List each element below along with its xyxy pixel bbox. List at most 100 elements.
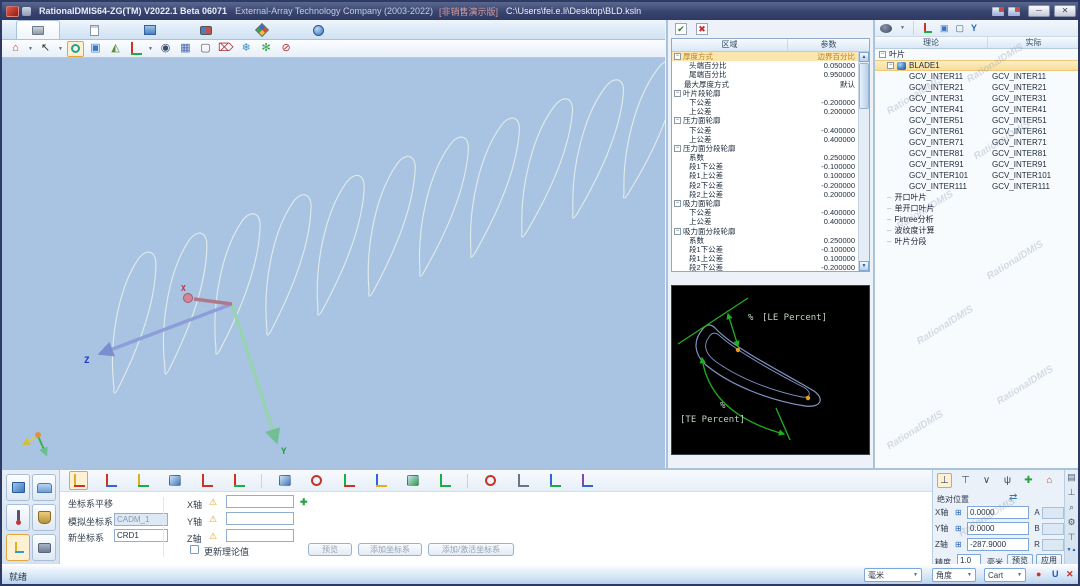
tree-filter-icon[interactable]: Y [971, 24, 977, 33]
collapse-icon[interactable]: − [674, 200, 681, 207]
probe-mode-icon[interactable]: ⊥ [937, 473, 952, 488]
tree-section-row[interactable]: GCV_INTER101GCV_INTER101 [875, 170, 1079, 181]
step-grid-icon[interactable]: ⊞ [955, 524, 967, 533]
machine-home-icon[interactable]: ⌂ [1042, 473, 1057, 488]
eye-button[interactable]: ◉ [157, 41, 174, 57]
dock-probe-box-button[interactable] [6, 474, 30, 501]
scroll-up-button[interactable]: ▲ [859, 52, 869, 62]
tree-section-row[interactable]: GCV_INTER21GCV_INTER21 [875, 82, 1079, 93]
param-row[interactable]: 下公差-0.400000 [672, 208, 858, 217]
column-actual[interactable]: 实际 [988, 37, 1079, 48]
csys-iterative-icon[interactable] [229, 471, 248, 490]
add-activate-csys-button[interactable]: 添加/激活坐标系 [428, 543, 514, 556]
csys-part-align-icon[interactable] [403, 471, 422, 490]
dock-fixture-button[interactable] [32, 474, 56, 501]
close-button[interactable]: ✕ [1054, 5, 1076, 17]
param-row[interactable]: 上公差0.400000 [672, 217, 858, 226]
view-refresh-button[interactable] [67, 41, 84, 57]
view-options-icon[interactable] [880, 24, 892, 33]
tree-item-row[interactable]: –Firtree分析 [875, 214, 1079, 225]
probe-angle-icon[interactable]: ∨ [979, 473, 994, 488]
dock-tools-button[interactable] [32, 534, 56, 561]
home-dropdown-icon[interactable]: ▼ [27, 46, 34, 52]
update-theory-checkbox[interactable] [190, 545, 199, 554]
param-row[interactable]: 最大厚度方式默认 [672, 80, 858, 89]
param-row[interactable]: 尾端百分比0.950000 [672, 70, 858, 79]
csys-display-button[interactable] [127, 41, 144, 57]
csys-321-icon[interactable] [133, 471, 152, 490]
dock-probe-button[interactable] [6, 504, 30, 531]
param-row[interactable]: 下公差-0.400000 [672, 126, 858, 135]
param-row[interactable]: 段1上公差0.100000 [672, 171, 858, 180]
param-scrollbar[interactable]: ▲ ▼ [858, 52, 869, 271]
x-plus-icon[interactable]: ✚ [300, 498, 308, 507]
param-row[interactable]: 段2下公差-0.200000 [672, 263, 858, 272]
view-prism-button[interactable]: ◭ [107, 41, 124, 57]
probe-t-icon[interactable]: ⊤ [958, 473, 973, 488]
tree-window-icon[interactable]: ▣ [940, 24, 949, 33]
z-offset-input[interactable] [226, 529, 294, 542]
csys-recall-icon[interactable] [481, 471, 500, 490]
viewport-3d[interactable]: X Z Y [2, 58, 665, 468]
dock-part-button[interactable] [32, 504, 56, 531]
csys-misc-cs-icon[interactable] [577, 471, 596, 490]
tree-section-row[interactable]: GCV_INTER91GCV_INTER91 [875, 159, 1079, 170]
notebook-icon[interactable]: ▤ [1067, 473, 1076, 482]
select-cursor-button[interactable]: ↖ [37, 41, 54, 57]
rotary-R-input[interactable] [1042, 539, 1064, 551]
tab-analysis[interactable] [240, 20, 284, 39]
param-row[interactable]: −压力面轮廓 [672, 116, 858, 125]
column-parameter[interactable]: 参数 [788, 39, 869, 51]
param-row[interactable]: 段1上公差0.100000 [672, 254, 858, 263]
rotary-B-input[interactable] [1042, 523, 1064, 535]
tree-root-row[interactable]: −叶片 [875, 49, 1079, 60]
param-row[interactable]: 头端百分比0.050000 [672, 61, 858, 70]
angle-dropdown[interactable]: 角度▼ [932, 568, 976, 582]
strip-scroll-icons[interactable]: ▼▲ [1067, 548, 1077, 553]
tree-item-row[interactable]: –叶片分段 [875, 236, 1079, 247]
param-row[interactable]: 段1下公差-0.100000 [672, 245, 858, 254]
view-options-dropdown-icon[interactable]: ▼ [899, 25, 906, 31]
param-row[interactable]: 下公差-0.200000 [672, 98, 858, 107]
csys-translate-icon[interactable] [69, 471, 88, 490]
param-row[interactable]: 系数0.250000 [672, 153, 858, 162]
param-row[interactable]: 上公差0.200000 [672, 107, 858, 116]
zoom-region-button[interactable]: ▣ [87, 41, 104, 57]
strip-search-icon[interactable]: ⌕ [1069, 503, 1074, 512]
tree-section-row[interactable]: GCV_INTER81GCV_INTER81 [875, 148, 1079, 159]
csys-cad-align-icon[interactable] [275, 471, 294, 490]
tree-section-row[interactable]: GCV_INTER31GCV_INTER31 [875, 93, 1079, 104]
delete-button[interactable]: ⌦ [217, 41, 235, 57]
param-row[interactable]: 上公差0.400000 [672, 135, 858, 144]
param-row[interactable]: 段2下公差-0.200000 [672, 181, 858, 190]
tree-item-row[interactable]: –开口叶片 [875, 192, 1079, 203]
csys-datum-icon[interactable] [339, 471, 358, 490]
tree-blade-row[interactable]: −BLADE1 [875, 60, 1079, 71]
step-grid-icon[interactable]: ⊞ [955, 540, 967, 549]
tab-web[interactable] [296, 20, 340, 39]
tree-section-row[interactable]: GCV_INTER51GCV_INTER51 [875, 115, 1079, 126]
delete-region-icon[interactable]: ✖ [696, 23, 708, 35]
csys-plane-line-point-icon[interactable] [165, 471, 184, 490]
collapse-icon[interactable]: − [674, 90, 681, 97]
sim-cs-input[interactable] [114, 513, 168, 526]
tree-section-row[interactable]: GCV_INTER71GCV_INTER71 [875, 137, 1079, 148]
param-row[interactable]: 系数0.250000 [672, 236, 858, 245]
add-probe-icon[interactable]: ✚ [1021, 473, 1036, 488]
csys-machine-cs-icon[interactable] [513, 471, 532, 490]
tree-section-row[interactable]: GCV_INTER111GCV_INTER111 [875, 181, 1079, 192]
dock-csys-button[interactable] [6, 534, 30, 561]
confirm-icon[interactable]: ✔ [675, 23, 687, 35]
param-row[interactable]: 段2上公差0.200000 [672, 190, 858, 199]
tab-machine[interactable] [16, 20, 60, 39]
refresh-position-icon[interactable]: ⇄ [1009, 492, 1017, 503]
point-cloud-button[interactable]: ❄ [238, 41, 255, 57]
tab-program[interactable] [184, 20, 228, 39]
joystick-icon[interactable]: ψ [1000, 473, 1015, 488]
param-row[interactable]: −吸力面轮廓 [672, 199, 858, 208]
param-row[interactable]: −叶片段轮廓 [672, 89, 858, 98]
tree-section-row[interactable]: GCV_INTER61GCV_INTER61 [875, 126, 1079, 137]
minimize-button[interactable]: ─ [1028, 5, 1050, 17]
quick-access-icon[interactable] [22, 7, 31, 16]
tree-camera-icon[interactable]: ▢ [956, 24, 965, 33]
